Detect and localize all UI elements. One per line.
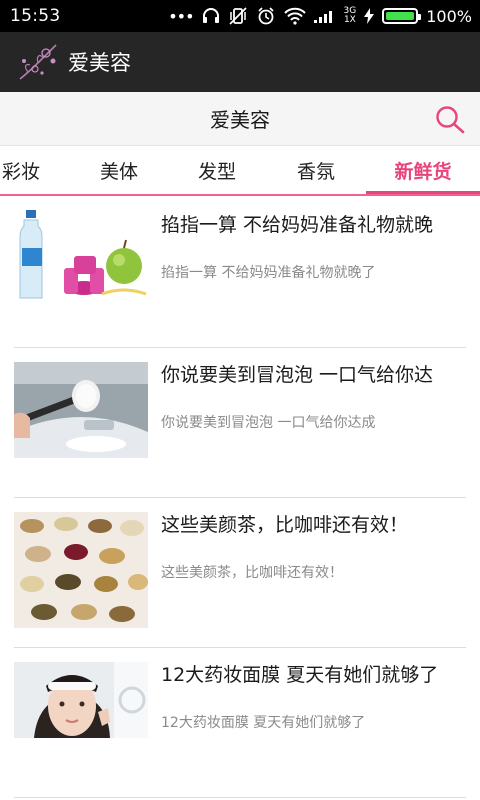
tab-label: 新鲜货 xyxy=(394,160,452,183)
article-item[interactable]: 你说要美到冒泡泡 一口气给你达 你说要美到冒泡泡 一口气给你达成 xyxy=(0,348,480,498)
category-tabs: 彩妆 美体 发型 香氛 新鲜货 xyxy=(0,146,480,196)
battery-icon xyxy=(382,8,422,24)
tab-xinxianhuo[interactable]: 新鲜货 xyxy=(366,146,480,194)
article-thumbnail-herbal-tea xyxy=(14,512,148,628)
tab-label: 彩妆 xyxy=(1,160,40,183)
article-list: 掐指一算 不给妈妈准备礼物就晚 掐指一算 不给妈妈准备礼物就晚了 你说要美到冒泡… xyxy=(0,198,480,798)
signal-icon xyxy=(313,8,336,24)
app-bar: 爱美容 xyxy=(0,32,480,92)
battery-level-fill xyxy=(386,12,415,20)
article-item[interactable]: 掐指一算 不给妈妈准备礼物就晚 掐指一算 不给妈妈准备礼物就晚了 xyxy=(0,198,480,348)
network-type-icon: 3G 1X xyxy=(344,7,357,25)
tab-caizhuang[interactable]: 彩妆 xyxy=(0,146,68,194)
article-item[interactable]: 这些美颜茶，比咖啡还有效！ 这些美颜茶，比咖啡还有效！ xyxy=(0,498,480,648)
headphones-icon xyxy=(202,7,220,25)
status-bar: 15:53 ••• 3G 1X 100% xyxy=(0,0,480,32)
article-item[interactable]: 12大药妆面膜 夏天有她们就够了 12大药妆面膜 夏天有她们就够了 xyxy=(0,648,480,798)
divider xyxy=(14,797,466,798)
article-title: 12大药妆面膜 夏天有她们就够了 xyxy=(161,664,439,686)
search-icon xyxy=(436,106,465,134)
article-title: 你说要美到冒泡泡 一口气给你达 xyxy=(161,364,434,386)
vibrate-off-icon xyxy=(228,6,248,26)
article-summary: 这些美颜茶，比咖啡还有效！ xyxy=(161,565,343,581)
tab-label: 发型 xyxy=(197,160,236,183)
app-title: 爱美容 xyxy=(68,51,131,75)
network-type-sublabel: 1X xyxy=(343,15,356,25)
tab-label: 美体 xyxy=(99,160,138,183)
page-title: 爱美容 xyxy=(210,108,270,132)
tab-label: 香氛 xyxy=(296,160,335,183)
wifi-icon xyxy=(283,7,306,25)
active-tab-indicator xyxy=(366,191,480,194)
more-notifications-icon: ••• xyxy=(168,6,194,26)
tab-xiangfen[interactable]: 香氛 xyxy=(266,146,366,194)
sub-header: 爱美容 xyxy=(0,92,480,146)
article-thumbnail-water-dumbbells xyxy=(14,208,148,304)
status-icons: ••• 3G 1X 100% xyxy=(168,6,472,26)
app-logo-icon xyxy=(16,39,62,85)
tab-meiti[interactable]: 美体 xyxy=(70,146,168,194)
tab-faxing[interactable]: 发型 xyxy=(168,146,266,194)
article-thumbnail-brush xyxy=(14,362,148,458)
article-summary: 12大药妆面膜 夏天有她们就够了 xyxy=(161,715,366,731)
article-summary: 掐指一算 不给妈妈准备礼物就晚了 xyxy=(161,265,376,281)
battery-percent: 100% xyxy=(426,6,472,26)
search-button[interactable] xyxy=(434,104,466,136)
article-title: 掐指一算 不给妈妈准备礼物就晚 xyxy=(161,214,434,236)
article-summary: 你说要美到冒泡泡 一口气给你达成 xyxy=(161,415,376,431)
article-title: 这些美颜茶，比咖啡还有效！ xyxy=(161,514,409,536)
charging-icon xyxy=(364,8,375,24)
article-thumbnail-face-mask xyxy=(14,662,148,738)
alarm-icon xyxy=(256,6,276,26)
status-time: 15:53 xyxy=(10,6,61,26)
